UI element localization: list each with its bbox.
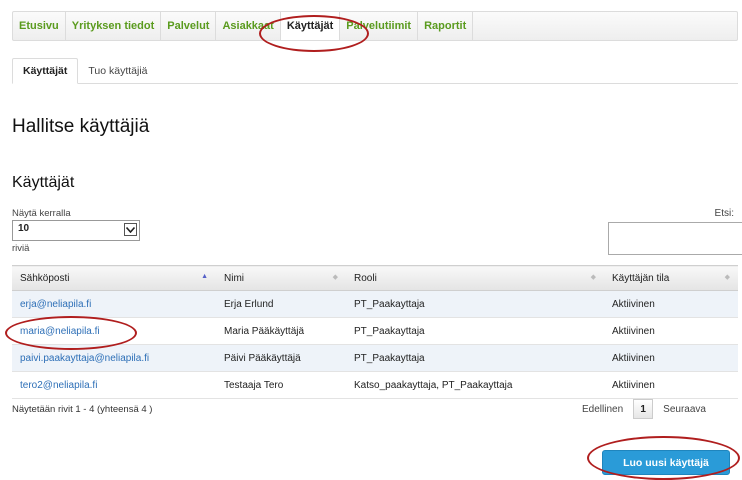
new-user-button[interactable]: Luo uusi käyttäjä <box>602 450 730 475</box>
table-row: maria@neliapila.fi Maria Pääkäyttäjä PT_… <box>12 317 738 345</box>
status-cell: Aktiivinen <box>604 317 738 345</box>
column-header-role[interactable]: Rooli ◆ <box>346 265 604 291</box>
table-info: Näytetään rivit 1 - 4 (yhteensä 4 ) <box>12 404 153 415</box>
search-input[interactable] <box>608 222 742 255</box>
nav-palvelutiimit[interactable]: Palvelutiimit <box>340 12 419 40</box>
sort-ascending-icon: ▲ <box>201 273 208 280</box>
name-cell: Maria Pääkäyttäjä <box>216 317 346 345</box>
table-row: paivi.paakayttaja@neliapila.fi Päivi Pää… <box>12 344 738 372</box>
page-size-value: 10 <box>18 223 30 234</box>
section-title: Käyttäjät <box>12 174 75 191</box>
table-row: erja@neliapila.fi Erja Erlund PT_Paakayt… <box>12 290 738 318</box>
main-nav: Etusivu Yrityksen tiedot Palvelut Asiakk… <box>12 11 738 41</box>
pagination: Edellinen 1 Seuraava <box>582 399 706 419</box>
column-header-label: Sähköposti <box>20 272 70 284</box>
email-link[interactable]: paivi.paakayttaja@neliapila.fi <box>12 344 216 372</box>
column-header-status[interactable]: Käyttäjän tila ◆ <box>604 265 738 291</box>
role-cell: PT_Paakayttaja <box>346 344 604 372</box>
nav-kayttajat[interactable]: Käyttäjät <box>280 12 341 40</box>
sort-icon: ◆ <box>332 274 338 281</box>
name-cell: Päivi Pääkäyttäjä <box>216 344 346 372</box>
tab-tuo-kayttajia[interactable]: Tuo käyttäjiä <box>78 58 157 83</box>
sort-icon: ◆ <box>724 274 730 281</box>
chevron-down-icon <box>124 223 137 236</box>
column-header-label: Rooli <box>354 272 377 284</box>
name-cell: Erja Erlund <box>216 290 346 318</box>
status-cell: Aktiivinen <box>604 344 738 372</box>
column-header-email[interactable]: Sähköposti ▲ <box>12 265 216 291</box>
status-cell: Aktiivinen <box>604 371 738 399</box>
tab-kayttajat[interactable]: Käyttäjät <box>12 58 79 84</box>
page-title: Hallitse käyttäjiä <box>12 116 150 137</box>
email-link[interactable]: tero2@neliapila.fi <box>12 371 216 399</box>
next-page-button[interactable]: Seuraava <box>663 404 706 415</box>
role-cell: Katso_paakayttaja, PT_Paakayttaja <box>346 371 604 399</box>
table-header-row: Sähköposti ▲ Nimi ◆ Rooli ◆ Käyttäjän tila ◆ <box>12 265 738 291</box>
email-link[interactable]: erja@neliapila.fi <box>12 290 216 318</box>
column-header-label: Käyttäjän tila <box>612 272 670 284</box>
nav-palvelut[interactable]: Palvelut <box>161 12 217 40</box>
nav-yrityksen-tiedot[interactable]: Yrityksen tiedot <box>66 12 162 40</box>
status-cell: Aktiivinen <box>604 290 738 318</box>
previous-page-button[interactable]: Edellinen <box>582 404 623 415</box>
nav-etusivu[interactable]: Etusivu <box>13 12 66 40</box>
email-link[interactable]: maria@neliapila.fi <box>12 317 216 345</box>
nav-raportit[interactable]: Raportit <box>418 12 474 40</box>
page-size-select[interactable]: 10 <box>12 220 140 241</box>
table-row: tero2@neliapila.fi Testaaja Tero Katso_p… <box>12 371 738 399</box>
page-size-suffix: riviä <box>12 243 30 254</box>
sub-tabs: Käyttäjät Tuo käyttäjiä <box>12 58 738 84</box>
column-header-name[interactable]: Nimi ◆ <box>216 265 346 291</box>
page-number-button[interactable]: 1 <box>633 399 654 419</box>
search-label: Etsi: <box>714 208 734 219</box>
role-cell: PT_Paakayttaja <box>346 317 604 345</box>
page-size-label: Näytä kerralla <box>12 208 71 219</box>
column-header-label: Nimi <box>224 272 244 284</box>
name-cell: Testaaja Tero <box>216 371 346 399</box>
nav-asiakkaat[interactable]: Asiakkaat <box>216 12 281 40</box>
role-cell: PT_Paakayttaja <box>346 290 604 318</box>
sort-icon: ◆ <box>590 274 596 281</box>
users-table: Sähköposti ▲ Nimi ◆ Rooli ◆ Käyttäjän tila ◆… <box>12 265 738 399</box>
